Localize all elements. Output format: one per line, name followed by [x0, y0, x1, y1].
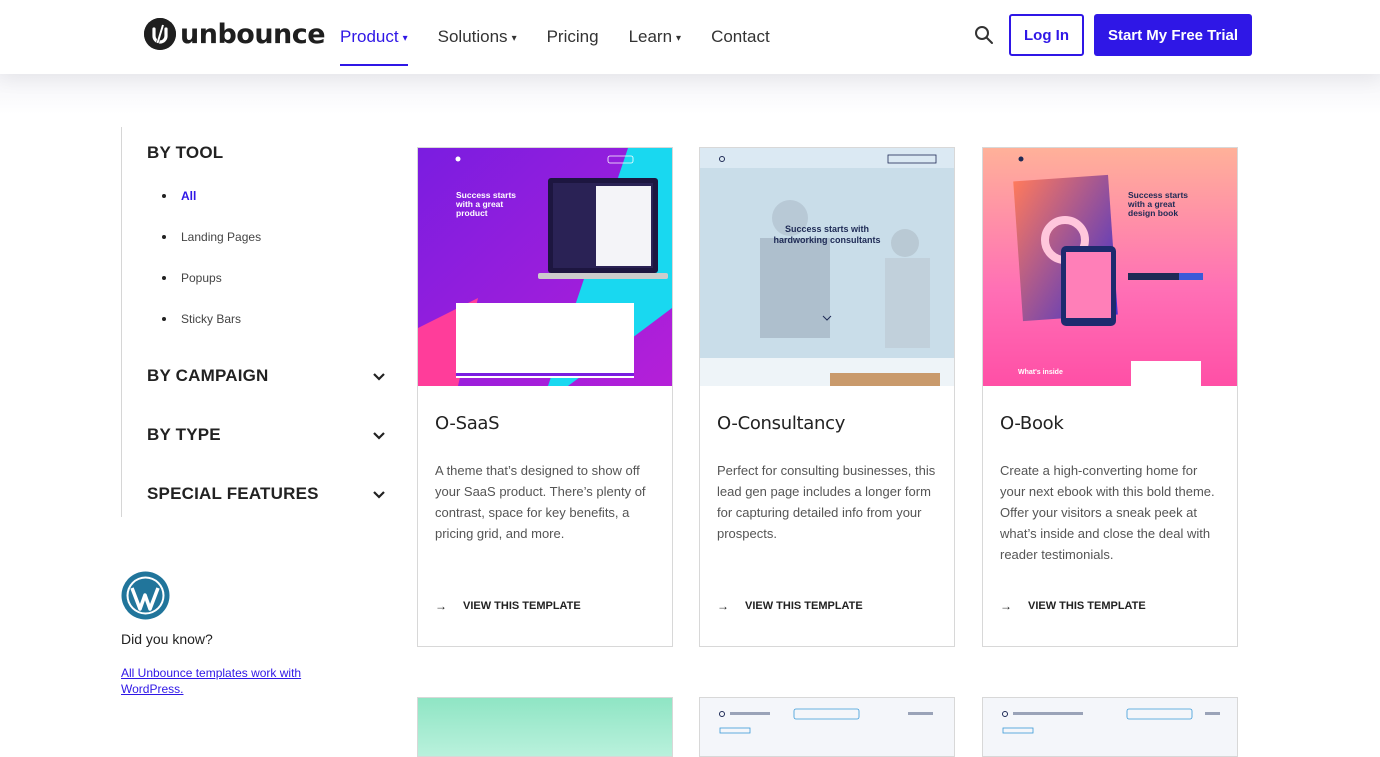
view-template-label: VIEW THIS TEMPLATE [463, 600, 581, 612]
svg-text:What's inside: What's inside [1018, 369, 1063, 376]
filter-special-features-toggle[interactable]: SPECIAL FEATURES [147, 484, 319, 504]
header-shadow-strip [0, 74, 1380, 114]
nav-contact[interactable]: Contact [711, 0, 770, 74]
arrow-right-icon: → [435, 599, 447, 613]
chevron-down-icon: ▾ [676, 32, 682, 44]
filter-by-campaign-toggle[interactable]: BY CAMPAIGN [147, 366, 269, 386]
main-nav: Product ▾ Solutions ▾ Pricing Learn ▾ Co… [340, 0, 800, 74]
chevron-down-icon[interactable] [372, 490, 386, 500]
template-thumbnail [719, 708, 933, 734]
card-title[interactable]: O-Consultancy [717, 413, 845, 434]
nav-product[interactable]: Product ▾ [340, 0, 408, 74]
chevron-down-icon: ▾ [402, 32, 408, 44]
template-card-partial[interactable] [699, 697, 955, 757]
nav-pricing-label: Pricing [546, 27, 599, 46]
view-template-label: VIEW THIS TEMPLATE [745, 600, 863, 612]
card-description: A theme that’s designed to show off your… [435, 463, 646, 541]
start-free-trial-button[interactable]: Start My Free Trial [1094, 14, 1252, 56]
nav-solutions-label: Solutions [437, 27, 508, 46]
logo-text: unbounce [180, 18, 326, 50]
view-template-link[interactable]: → VIEW THIS TEMPLATE [717, 599, 863, 613]
chevron-down-icon[interactable] [372, 372, 386, 382]
tool-filter-popups[interactable]: Popups [162, 269, 261, 310]
did-you-know-text: Did you know? [121, 631, 213, 647]
template-card-partial[interactable] [982, 697, 1238, 757]
nav-pricing[interactable]: Pricing [547, 0, 599, 74]
wordpress-link[interactable]: All Unbounce templates work with WordPre… [121, 665, 321, 697]
chevron-down-icon[interactable] [372, 431, 386, 441]
tool-filter-sticky-bars[interactable]: Sticky Bars [162, 310, 261, 351]
svg-text:product: product [456, 208, 488, 218]
wordpress-icon [121, 571, 170, 620]
login-button[interactable]: Log In [1009, 14, 1084, 56]
chevron-down-icon: ▾ [511, 32, 517, 44]
filter-by-tool-title: BY TOOL [147, 143, 224, 162]
template-card-o-consultancy[interactable]: Success starts with hardworking consulta… [699, 147, 955, 647]
nav-contact-label: Contact [711, 27, 770, 46]
search-icon[interactable] [974, 25, 994, 45]
nav-solutions[interactable]: Solutions ▾ [438, 0, 517, 74]
view-template-link[interactable]: → VIEW THIS TEMPLATE [1000, 599, 1146, 613]
card-description: Create a high-converting home for your n… [1000, 463, 1215, 562]
tool-filter-all[interactable]: All [162, 187, 261, 228]
tool-filter-landing-pages[interactable]: Landing Pages [162, 228, 261, 269]
template-thumbnail[interactable]: Success starts with hardworking consulta… [700, 148, 954, 386]
unbounce-logo[interactable]: unbounce [144, 18, 326, 50]
card-title[interactable]: O-SaaS [435, 413, 500, 434]
arrow-right-icon: → [1000, 599, 1012, 613]
template-thumbnail[interactable]: Success starts with a great design book … [983, 148, 1237, 386]
svg-text:Success starts with: Success starts with [785, 224, 869, 234]
template-card-o-saas[interactable]: Success starts with a great product O-Sa… [417, 147, 673, 647]
filter-sidebar: BY TOOL All Landing Pages Popups Sticky … [121, 127, 391, 517]
svg-text:design book: design book [1128, 208, 1178, 218]
nav-learn-label: Learn [628, 27, 673, 46]
card-title[interactable]: O-Book [1000, 413, 1064, 434]
site-header: unbounce Product ▾ Solutions ▾ Pricing L… [0, 0, 1380, 74]
unbounce-logo-icon [144, 18, 176, 50]
template-thumbnail [1002, 708, 1220, 734]
filter-by-type-toggle[interactable]: BY TYPE [147, 425, 221, 445]
tool-filter-list: All Landing Pages Popups Sticky Bars [162, 187, 261, 351]
template-thumbnail[interactable]: Success starts with a great product [418, 148, 672, 386]
template-card-o-book[interactable]: Success starts with a great design book … [982, 147, 1238, 647]
nav-learn[interactable]: Learn ▾ [629, 0, 682, 74]
template-card-partial[interactable] [417, 697, 673, 757]
card-description: Perfect for consulting businesses, this … [717, 463, 936, 541]
view-template-label: VIEW THIS TEMPLATE [1028, 600, 1146, 612]
nav-product-label: Product [340, 27, 399, 46]
arrow-right-icon: → [717, 599, 729, 613]
svg-text:hardworking consultants: hardworking consultants [773, 235, 880, 245]
view-template-link[interactable]: → VIEW THIS TEMPLATE [435, 599, 581, 613]
